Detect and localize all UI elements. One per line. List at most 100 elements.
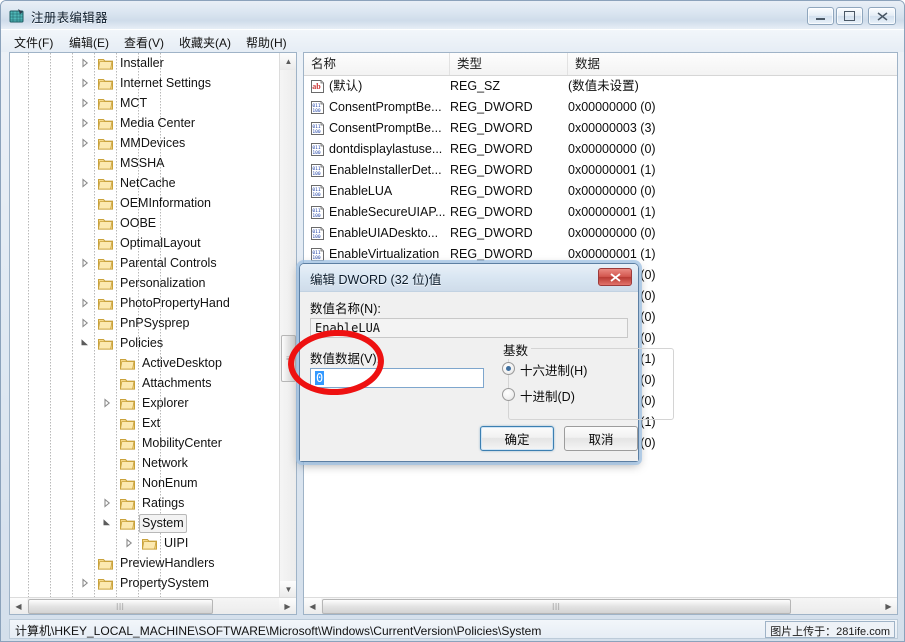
folder-icon xyxy=(98,96,113,109)
tree-item-installer[interactable]: Installer xyxy=(10,53,280,73)
tree-item-photopropertyhand[interactable]: PhotoPropertyHand xyxy=(10,293,280,313)
tree-item-policies[interactable]: Policies xyxy=(10,333,280,353)
menu-file[interactable]: 文件(F) xyxy=(9,33,58,50)
value-name-input[interactable]: EnableLUA xyxy=(310,318,628,338)
scroll-grip-icon: ||| xyxy=(552,603,560,610)
menu-favorites[interactable]: 收藏夹(A) xyxy=(174,33,236,50)
tree-item-parental-controls[interactable]: Parental Controls xyxy=(10,253,280,273)
tree-item-ratings[interactable]: Ratings xyxy=(10,493,280,513)
tree-item-mobilitycenter[interactable]: MobilityCenter xyxy=(10,433,280,453)
tree-item-oeminformation[interactable]: OEMInformation xyxy=(10,193,280,213)
dword-value-icon: 011100 xyxy=(310,226,325,241)
tree-horizontal-scrollbar[interactable]: ◀ ||| ▶ xyxy=(10,597,296,614)
minimize-button[interactable] xyxy=(807,7,834,25)
list-scroll-left-button[interactable]: ◀ xyxy=(304,598,321,615)
folder-icon xyxy=(98,116,113,129)
chevron-right-icon[interactable] xyxy=(80,318,90,328)
tree-item-optimallayout[interactable]: OptimalLayout xyxy=(10,233,280,253)
chevron-right-icon[interactable] xyxy=(80,138,90,148)
tree-item-mmdevices[interactable]: MMDevices xyxy=(10,133,280,153)
value-row[interactable]: 011100ConsentPromptBe...REG_DWORD0x00000… xyxy=(304,118,897,139)
chevron-right-icon[interactable] xyxy=(124,538,134,548)
tree-item-netcache[interactable]: NetCache xyxy=(10,173,280,193)
tree-scroll-thumb[interactable]: ≡ xyxy=(281,335,296,382)
tree-item-internet-settings[interactable]: Internet Settings xyxy=(10,73,280,93)
tree-item-attachments[interactable]: Attachments xyxy=(10,373,280,393)
value-row[interactable]: 011100dontdisplaylastuse...REG_DWORD0x00… xyxy=(304,139,897,160)
radio-decimal[interactable]: 十进制(D) xyxy=(520,386,575,405)
tree-item-media-center[interactable]: Media Center xyxy=(10,113,280,133)
value-row[interactable]: 011100EnableUIADeskto...REG_DWORD0x00000… xyxy=(304,223,897,244)
tree-item-system[interactable]: System xyxy=(10,513,280,533)
list-hscroll-thumb[interactable]: ||| xyxy=(322,599,791,614)
tree-item-ext[interactable]: Ext xyxy=(10,413,280,433)
window-title: 注册表编辑器 xyxy=(31,7,108,26)
tree-item-personalization[interactable]: Personalization xyxy=(10,273,280,293)
chevron-right-icon[interactable] xyxy=(80,78,90,88)
tree-item-pnpsysprep[interactable]: PnPSysprep xyxy=(10,313,280,333)
ok-button[interactable]: 确定 xyxy=(480,426,554,451)
dialog-close-button[interactable] xyxy=(598,268,632,286)
menu-help[interactable]: 帮助(H) xyxy=(241,33,292,50)
tree-scroll-up-button[interactable]: ▲ xyxy=(280,53,297,70)
value-row[interactable]: 011100EnableInstallerDet...REG_DWORD0x00… xyxy=(304,160,897,181)
tree-hscroll-thumb[interactable]: ||| xyxy=(28,599,213,614)
value-row[interactable]: 011100ConsentPromptBe...REG_DWORD0x00000… xyxy=(304,97,897,118)
value-row[interactable]: 011100EnableSecureUIAP...REG_DWORD0x0000… xyxy=(304,202,897,223)
list-horizontal-scrollbar[interactable]: ◀ ||| ▶ xyxy=(304,597,897,614)
tree-item-uipi[interactable]: UIPI xyxy=(10,533,280,553)
folder-icon xyxy=(120,476,135,489)
column-header-name[interactable]: 名称 xyxy=(304,53,450,75)
tree-item-mct[interactable]: MCT xyxy=(10,93,280,113)
value-row[interactable]: 011100EnableVirtualizationREG_DWORD0x000… xyxy=(304,244,897,265)
registry-tree[interactable]: InstallerInternet SettingsMCTMedia Cente… xyxy=(10,53,280,598)
chevron-right-icon[interactable] xyxy=(102,398,112,408)
tree-item-previewhandlers[interactable]: PreviewHandlers xyxy=(10,553,280,573)
menu-view[interactable]: 查看(V) xyxy=(119,33,169,50)
tree-item-propertysystem[interactable]: PropertySystem xyxy=(10,573,280,593)
value-data-cell: 0x00000001 (1) xyxy=(568,160,656,181)
radio-hexadecimal-icon xyxy=(502,362,515,375)
folder-icon xyxy=(98,296,113,309)
cancel-button[interactable]: 取消 xyxy=(564,426,638,451)
tree-item-nonenum[interactable]: NonEnum xyxy=(10,473,280,493)
svg-text:100: 100 xyxy=(312,234,321,240)
chevron-right-icon[interactable] xyxy=(80,58,90,68)
maximize-button[interactable] xyxy=(836,7,863,25)
tree-item-network[interactable]: Network xyxy=(10,453,280,473)
tree-vertical-scrollbar[interactable]: ▲ ≡ ▼ xyxy=(279,53,296,598)
chevron-right-icon[interactable] xyxy=(80,578,90,588)
list-scroll-right-button[interactable]: ▶ xyxy=(880,598,897,615)
value-type-cell: REG_SZ xyxy=(450,76,500,97)
chevron-right-icon[interactable] xyxy=(80,98,90,108)
chevron-right-icon[interactable] xyxy=(80,178,90,188)
tree-scroll-left-button[interactable]: ◀ xyxy=(10,598,27,615)
tree-scroll-right-button[interactable]: ▶ xyxy=(279,598,296,615)
tree-item-explorer[interactable]: Explorer xyxy=(10,393,280,413)
folder-icon xyxy=(98,316,113,329)
value-row[interactable]: ab(默认)REG_SZ(数值未设置) xyxy=(304,76,897,97)
dialog-title-bar: 编辑 DWORD (32 位)值 xyxy=(300,264,638,292)
chevron-down-icon[interactable] xyxy=(80,338,90,348)
radio-hexadecimal-label: 十六进制(H) xyxy=(520,364,587,378)
chevron-right-icon[interactable] xyxy=(80,298,90,308)
folder-icon xyxy=(98,576,113,589)
chevron-right-icon[interactable] xyxy=(80,258,90,268)
chevron-right-icon[interactable] xyxy=(102,498,112,508)
menu-edit[interactable]: 编辑(E) xyxy=(64,33,114,50)
registry-tree-pane: InstallerInternet SettingsMCTMedia Cente… xyxy=(9,52,297,615)
value-data-input[interactable]: 0 xyxy=(310,368,484,388)
radio-hexadecimal[interactable]: 十六进制(H) xyxy=(520,360,587,379)
chevron-down-icon[interactable] xyxy=(102,518,112,528)
chevron-right-icon[interactable] xyxy=(80,118,90,128)
tree-scroll-down-button[interactable]: ▼ xyxy=(280,581,297,598)
column-header-data[interactable]: 数据 xyxy=(568,53,897,75)
tree-item-oobe[interactable]: OOBE xyxy=(10,213,280,233)
close-button[interactable] xyxy=(868,7,896,25)
value-row[interactable]: 011100EnableLUAREG_DWORD0x00000000 (0) xyxy=(304,181,897,202)
tree-item-activedesktop[interactable]: ActiveDesktop xyxy=(10,353,280,373)
scroll-grip-icon: ||| xyxy=(116,603,124,610)
tree-item-mssha[interactable]: MSSHA xyxy=(10,153,280,173)
column-header-type[interactable]: 类型 xyxy=(450,53,568,75)
folder-icon xyxy=(120,356,135,369)
